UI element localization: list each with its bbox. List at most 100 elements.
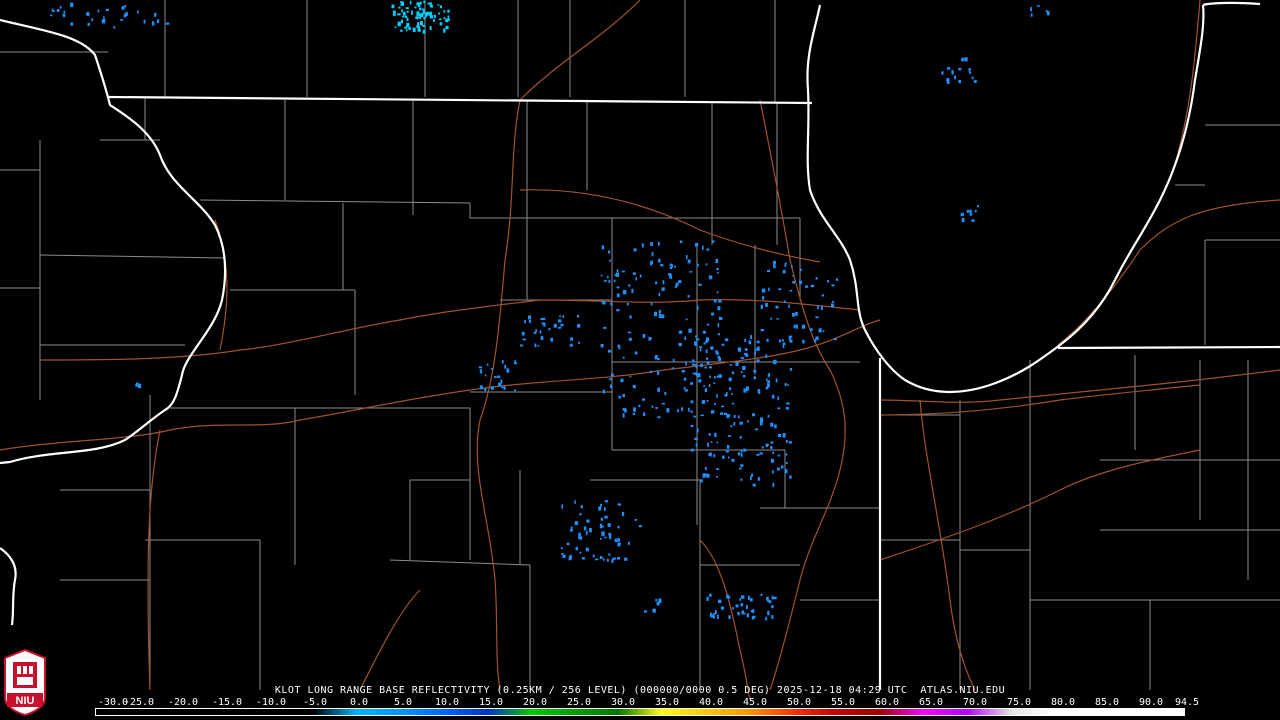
echo-pixel	[715, 258, 718, 264]
echo-pixel	[761, 288, 766, 293]
echo-pixel	[615, 272, 619, 277]
echo-pixel	[443, 17, 446, 20]
echo-pixel	[714, 432, 717, 437]
echo-pixel	[789, 339, 793, 343]
county-borders	[0, 0, 1280, 690]
echo-pixel	[714, 376, 716, 379]
echo-pixel	[966, 209, 970, 213]
echo-pixel	[717, 306, 721, 311]
state-borders	[0, 1, 1280, 690]
echo-pixel	[809, 328, 813, 331]
echo-pixel	[718, 299, 722, 303]
echo-pixel	[87, 22, 90, 26]
echo-pixel	[706, 361, 710, 364]
echo-pixel	[608, 532, 612, 536]
echo-pixel	[603, 280, 608, 282]
echo-pixel	[655, 598, 658, 602]
echo-pixel	[678, 280, 682, 284]
echo-pixel	[601, 245, 605, 250]
echo-pixel	[715, 349, 717, 354]
highway	[39, 299, 861, 361]
echo-pixel	[801, 324, 806, 329]
echo-pixel	[782, 344, 785, 349]
echo-pixel	[622, 394, 625, 397]
echo-pixel	[710, 441, 713, 443]
colorbar-tick: 85.0	[1094, 697, 1120, 708]
echo-pixel	[699, 479, 703, 483]
echo-pixel	[425, 13, 427, 18]
echo-pixel	[770, 458, 774, 463]
echo-pixel	[772, 451, 774, 455]
radar-echoes	[50, 0, 1050, 621]
echo-pixel	[719, 316, 723, 321]
echo-pixel	[712, 240, 715, 243]
colorbar-tick: 94.5	[1174, 697, 1200, 708]
echo-pixel	[735, 362, 739, 366]
echo-pixel	[753, 369, 757, 373]
echo-pixel	[478, 366, 482, 369]
echo-pixel	[427, 2, 430, 5]
echo-pixel	[706, 400, 709, 402]
echo-pixel	[766, 378, 768, 381]
echo-pixel	[651, 405, 654, 408]
echo-pixel	[401, 9, 403, 13]
echo-pixel	[728, 615, 731, 619]
echo-pixel	[765, 302, 768, 307]
echo-pixel	[767, 269, 770, 273]
echo-pixel	[716, 468, 720, 470]
echo-pixel	[633, 407, 636, 412]
echo-pixel	[947, 81, 950, 84]
radar-map	[0, 0, 1280, 701]
echo-pixel	[974, 209, 977, 213]
echo-pixel	[767, 383, 770, 388]
echo-pixel	[401, 19, 403, 24]
echo-pixel	[412, 27, 416, 32]
echo-pixel	[691, 363, 695, 366]
echo-pixel	[958, 79, 962, 84]
echo-pixel	[742, 375, 746, 378]
echo-pixel	[740, 478, 743, 481]
echo-pixel	[722, 405, 725, 408]
echo-pixel	[669, 263, 672, 266]
echo-pixel	[628, 337, 632, 341]
echo-pixel	[782, 433, 786, 438]
echo-pixel	[746, 613, 749, 618]
echo-pixel	[422, 8, 425, 11]
echo-pixel	[756, 359, 760, 363]
echo-pixel	[143, 19, 146, 24]
echo-pixel	[747, 420, 749, 423]
echo-pixel	[562, 315, 565, 318]
echo-pixel	[792, 281, 795, 284]
echo-pixel	[397, 13, 401, 16]
echo-pixel	[740, 464, 744, 467]
echo-pixel	[479, 385, 483, 390]
echo-pixel	[683, 377, 687, 381]
echo-pixel	[700, 363, 703, 368]
echo-pixel	[696, 428, 699, 433]
echo-pixel	[417, 16, 421, 19]
echo-pixel	[486, 363, 489, 366]
echo-pixel	[713, 299, 717, 303]
echo-pixel	[51, 8, 54, 12]
echo-pixel	[756, 453, 760, 456]
echo-pixel	[740, 449, 743, 452]
echo-pixel	[777, 454, 780, 457]
echo-pixel	[648, 336, 651, 341]
echo-pixel	[969, 71, 972, 74]
colorbar-tick: 15.0	[478, 697, 504, 708]
echo-pixel	[710, 346, 714, 350]
echo-pixel	[770, 317, 773, 320]
echo-pixel	[658, 598, 662, 603]
echo-pixel	[740, 603, 744, 607]
echo-pixel	[770, 441, 774, 444]
echo-pixel	[617, 538, 620, 542]
echo-pixel	[479, 369, 483, 374]
echo-pixel	[657, 370, 660, 375]
echo-pixel	[688, 328, 692, 333]
echo-pixel	[154, 12, 157, 17]
echo-pixel	[772, 470, 774, 474]
echo-pixel	[701, 401, 705, 404]
echo-pixel	[704, 473, 707, 477]
echo-pixel	[393, 10, 396, 15]
echo-pixel	[631, 288, 634, 293]
